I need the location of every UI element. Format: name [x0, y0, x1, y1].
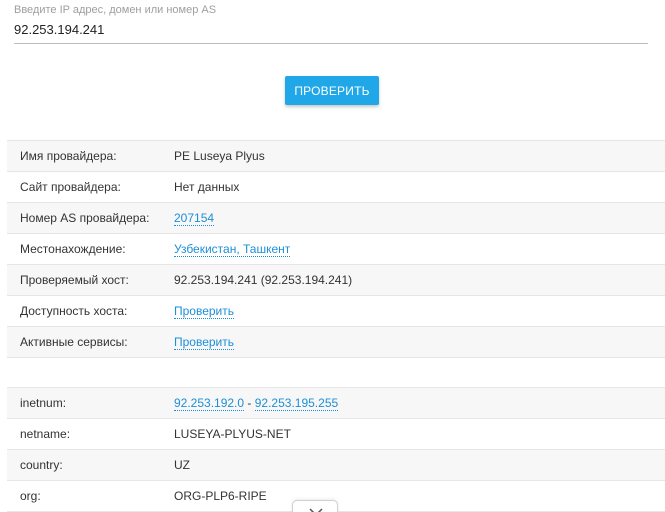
table-row-provider-site: Сайт провайдера: Нет данных: [7, 172, 665, 203]
row-label: country:: [20, 458, 63, 472]
netname-value: LUSEYA-PLYUS-NET: [174, 427, 291, 441]
row-label: Проверяемый хост:: [20, 273, 129, 287]
country-value: UZ: [174, 458, 190, 472]
ip-search-field: Введите IP адрес, домен или номер AS: [14, 0, 648, 44]
row-label: netname:: [20, 427, 71, 441]
table-row-netname: netname: LUSEYA-PLYUS-NET: [7, 419, 665, 450]
inetnum-end-link[interactable]: 92.253.195.255: [254, 396, 339, 411]
ip-search-input[interactable]: [14, 20, 644, 38]
table-row-inetnum: inetnum: 92.253.192.0 - 92.253.195.255: [7, 388, 665, 419]
provider-info-table: Имя провайдера: PE Luseya Plyus Сайт про…: [7, 140, 665, 358]
table-row-location: Местонахождение: Узбекистан, Ташкент: [7, 234, 665, 265]
scroll-down-button[interactable]: [292, 500, 338, 512]
location-link[interactable]: Узбекистан, Ташкент: [174, 242, 291, 257]
check-button[interactable]: ПРОВЕРИТЬ: [285, 76, 379, 105]
table-row-host-availability: Доступность хоста: Проверить: [7, 296, 665, 327]
location-cell: Узбекистан, Ташкент: [174, 234, 291, 264]
chevron-down-icon: [309, 508, 323, 512]
org-value: ORG-PLP6-RIPE: [174, 489, 267, 503]
table-row-as-number: Номер AS провайдера: 207154: [7, 203, 665, 234]
whois-table: inetnum: 92.253.192.0 - 92.253.195.255 n…: [7, 387, 665, 512]
row-label: Доступность хоста:: [20, 304, 128, 318]
ip-lookup-page: Введите IP адрес, домен или номер AS ПРО…: [0, 0, 665, 512]
table-row-checked-host: Проверяемый хост: 92.253.194.241 (92.253…: [7, 265, 665, 296]
table-row-provider-name: Имя провайдера: PE Luseya Plyus: [7, 141, 665, 172]
as-number-link[interactable]: 207154: [174, 211, 215, 226]
inetnum-start-link[interactable]: 92.253.192.0: [174, 396, 245, 411]
checked-host-value: 92.253.194.241 (92.253.194.241): [174, 273, 353, 287]
row-label: inetnum:: [20, 396, 67, 410]
as-number-cell: 207154: [174, 203, 215, 233]
ip-search-label: Введите IP адрес, домен или номер AS: [14, 4, 217, 16]
row-label: org:: [20, 489, 41, 503]
provider-site-value: Нет данных: [174, 180, 240, 194]
row-label: Номер AS провайдера:: [20, 211, 150, 225]
active-services-cell: Проверить: [174, 327, 235, 357]
table-row-active-services: Активные сервисы: Проверить: [7, 327, 665, 358]
row-label: Сайт провайдера:: [20, 180, 121, 194]
inetnum-cell: 92.253.192.0 - 92.253.195.255: [174, 388, 339, 418]
check-services-link[interactable]: Проверить: [174, 335, 235, 350]
host-availability-cell: Проверить: [174, 296, 235, 326]
row-label: Местонахождение:: [20, 242, 126, 256]
range-separator: -: [244, 396, 255, 410]
row-label: Имя провайдера:: [20, 149, 117, 163]
row-label: Активные сервисы:: [20, 335, 128, 349]
check-availability-link[interactable]: Проверить: [174, 304, 235, 319]
table-row-country: country: UZ: [7, 450, 665, 481]
provider-name-value: PE Luseya Plyus: [174, 149, 265, 163]
